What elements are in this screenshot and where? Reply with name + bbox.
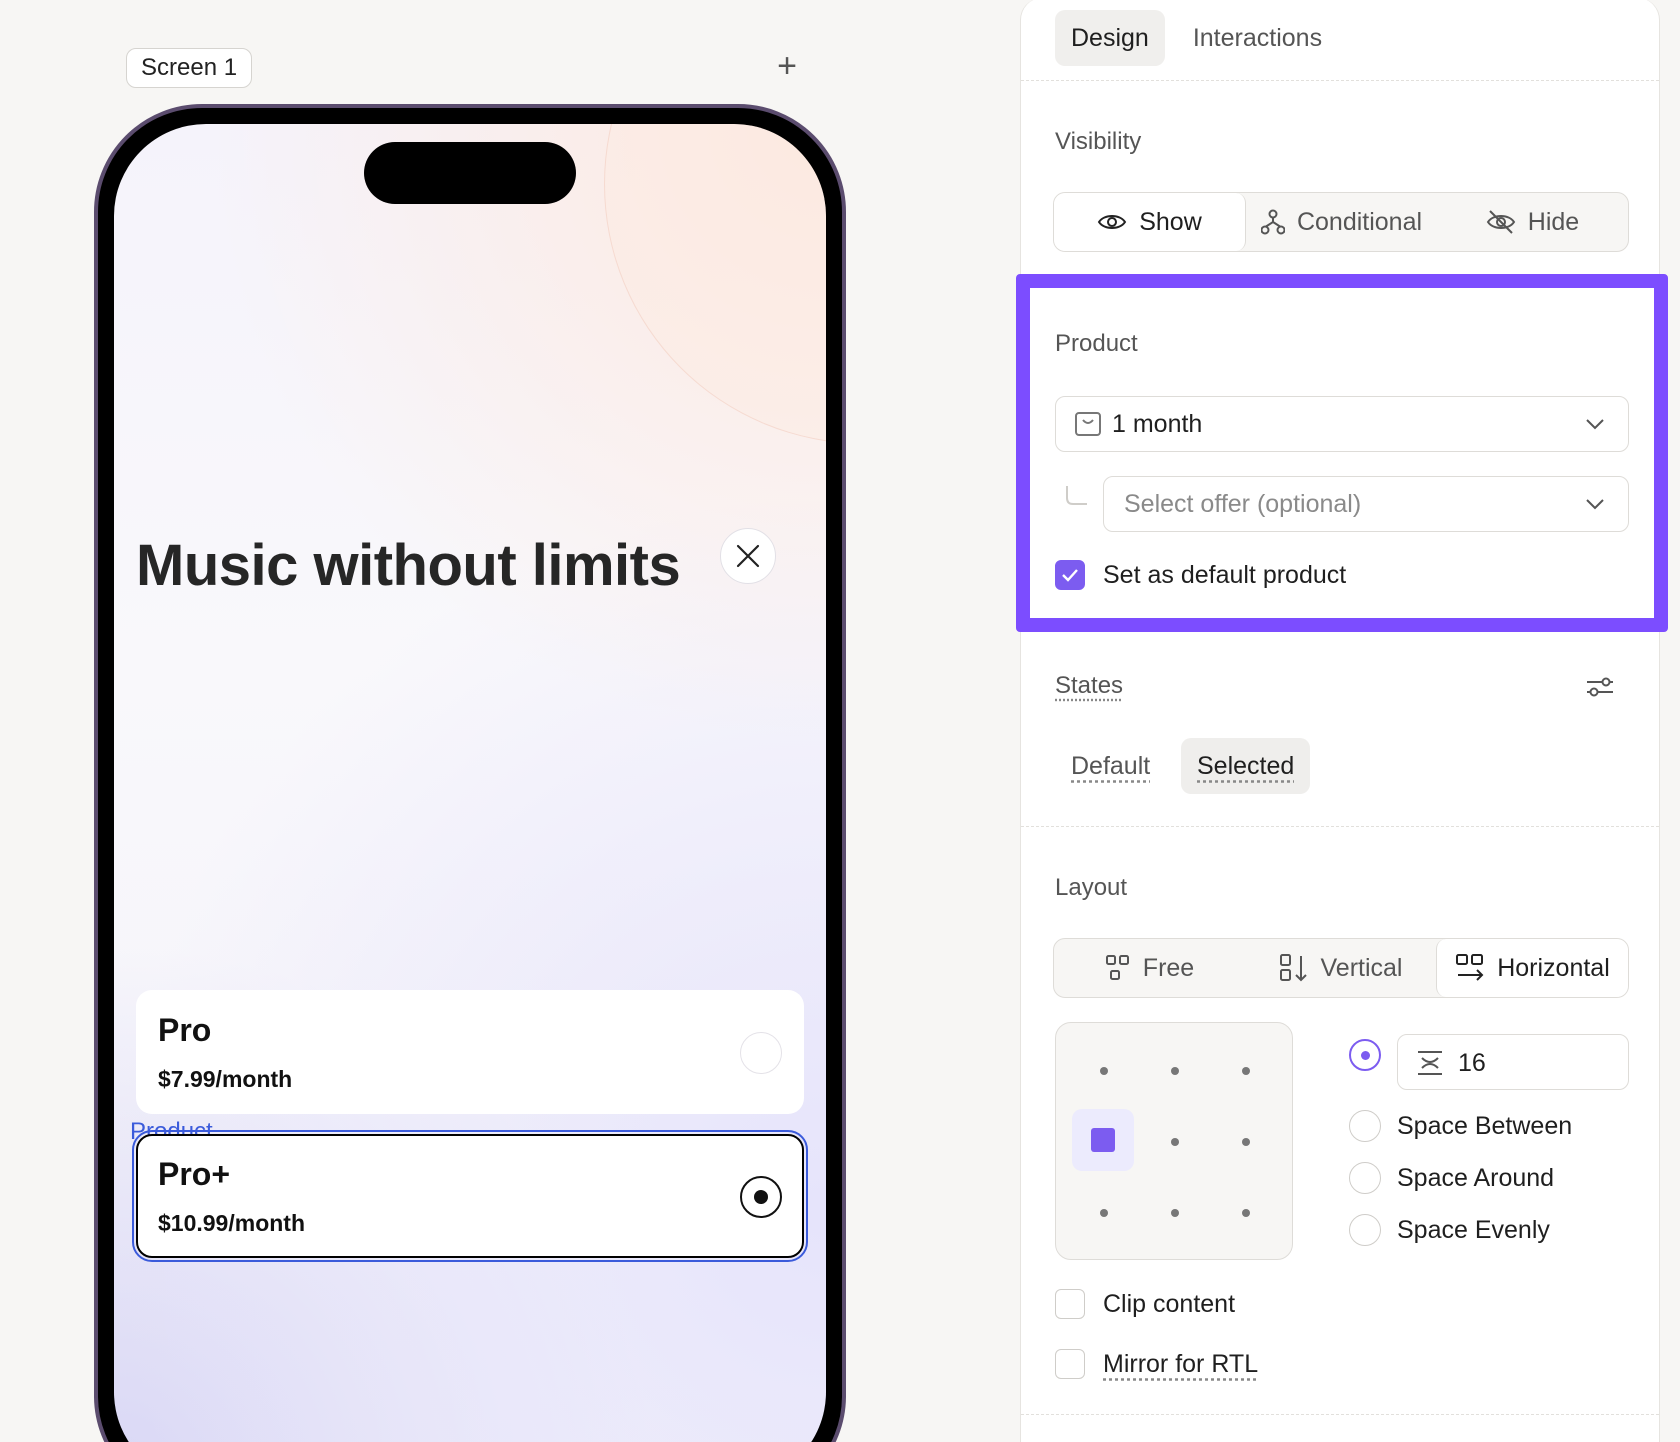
product-section-highlight (1016, 274, 1668, 632)
space-around-label: Space Around (1397, 1164, 1554, 1193)
plan-card-pro-plus[interactable]: Pro+ $10.99/month (136, 1134, 804, 1258)
option-label: Free (1143, 954, 1194, 983)
eye-off-icon (1486, 209, 1516, 235)
option-label: Vertical (1321, 954, 1403, 983)
option-label: Show (1139, 208, 1202, 237)
layout-horizontal-option[interactable]: Horizontal (1436, 939, 1628, 997)
close-button[interactable] (720, 528, 776, 584)
option-label: Horizontal (1497, 954, 1610, 983)
plan-name: Pro+ (158, 1156, 230, 1193)
align-middle-left-selected[interactable] (1072, 1109, 1134, 1171)
divider (1021, 826, 1659, 827)
divider (1021, 1414, 1659, 1415)
gap-fixed-radio[interactable] (1349, 1039, 1381, 1071)
gap-input[interactable]: 16 (1397, 1034, 1629, 1090)
layout-free-option[interactable]: Free (1054, 939, 1245, 997)
add-screen-button[interactable]: + (770, 50, 804, 84)
align-bottom-center[interactable] (1171, 1209, 1179, 1217)
space-between-label: Space Between (1397, 1112, 1572, 1141)
layout-segmented-control: Free Vertical Horizontal (1053, 938, 1629, 998)
close-icon (735, 543, 761, 569)
gap-value: 16 (1458, 1049, 1486, 1078)
tab-interactions[interactable]: Interactions (1177, 10, 1338, 66)
align-middle-right[interactable] (1242, 1138, 1250, 1146)
layout-label: Layout (1055, 874, 1127, 902)
visibility-conditional-option[interactable]: Conditional (1246, 193, 1437, 251)
tab-design[interactable]: Design (1055, 10, 1165, 66)
background-decoration (604, 124, 826, 444)
visibility-hide-option[interactable]: Hide (1437, 193, 1628, 251)
phone-screen: Music without limits Pro $7.99/month Pro… (114, 124, 826, 1442)
alignment-grid[interactable] (1055, 1022, 1293, 1260)
state-default-chip[interactable]: Default (1055, 738, 1166, 794)
visibility-segmented-control: Show Conditional Hide (1053, 192, 1629, 252)
plan-name: Pro (158, 1012, 211, 1049)
paywall-title[interactable]: Music without limits (136, 532, 680, 599)
plan-price: $10.99/month (158, 1210, 305, 1237)
plan-price: $7.99/month (158, 1066, 292, 1093)
gap-icon (1416, 1049, 1444, 1077)
states-label[interactable]: States (1055, 672, 1123, 700)
clip-content-label: Clip content (1103, 1290, 1235, 1319)
clip-content-checkbox[interactable] (1055, 1289, 1085, 1319)
align-bottom-left[interactable] (1100, 1209, 1108, 1217)
align-top-center[interactable] (1171, 1067, 1179, 1075)
vertical-layout-icon (1279, 953, 1309, 983)
visibility-show-option[interactable]: Show (1054, 193, 1246, 251)
space-evenly-label: Space Evenly (1397, 1216, 1550, 1245)
space-evenly-radio[interactable] (1349, 1214, 1381, 1246)
align-top-left[interactable] (1100, 1067, 1108, 1075)
state-selected-chip[interactable]: Selected (1181, 738, 1310, 794)
align-middle-center[interactable] (1171, 1138, 1179, 1146)
divider (1021, 80, 1659, 81)
free-layout-icon (1105, 954, 1131, 982)
screen-label[interactable]: Screen 1 (126, 48, 252, 88)
dynamic-island (364, 142, 576, 204)
sliders-icon[interactable] (1585, 674, 1615, 700)
plan-radio[interactable] (740, 1032, 782, 1074)
branch-icon (1261, 209, 1285, 235)
plan-radio-selected[interactable] (740, 1176, 782, 1218)
horizontal-layout-icon (1455, 953, 1485, 983)
layout-vertical-option[interactable]: Vertical (1245, 939, 1436, 997)
mirror-rtl-checkbox[interactable] (1055, 1349, 1085, 1379)
visibility-label: Visibility (1055, 128, 1141, 156)
panel-tabs: Design Interactions (1055, 10, 1338, 66)
plan-card-pro[interactable]: Pro $7.99/month (136, 990, 804, 1114)
mirror-rtl-label: Mirror for RTL (1103, 1350, 1258, 1379)
eye-icon (1097, 211, 1127, 233)
properties-panel: Design Interactions Visibility Show Cond… (1020, 0, 1660, 1442)
option-label: Conditional (1297, 208, 1422, 237)
align-top-right[interactable] (1242, 1067, 1250, 1075)
space-between-radio[interactable] (1349, 1110, 1381, 1142)
align-bottom-right[interactable] (1242, 1209, 1250, 1217)
option-label: Hide (1528, 208, 1579, 237)
phone-frame: Music without limits Pro $7.99/month Pro… (94, 104, 846, 1442)
space-around-radio[interactable] (1349, 1162, 1381, 1194)
